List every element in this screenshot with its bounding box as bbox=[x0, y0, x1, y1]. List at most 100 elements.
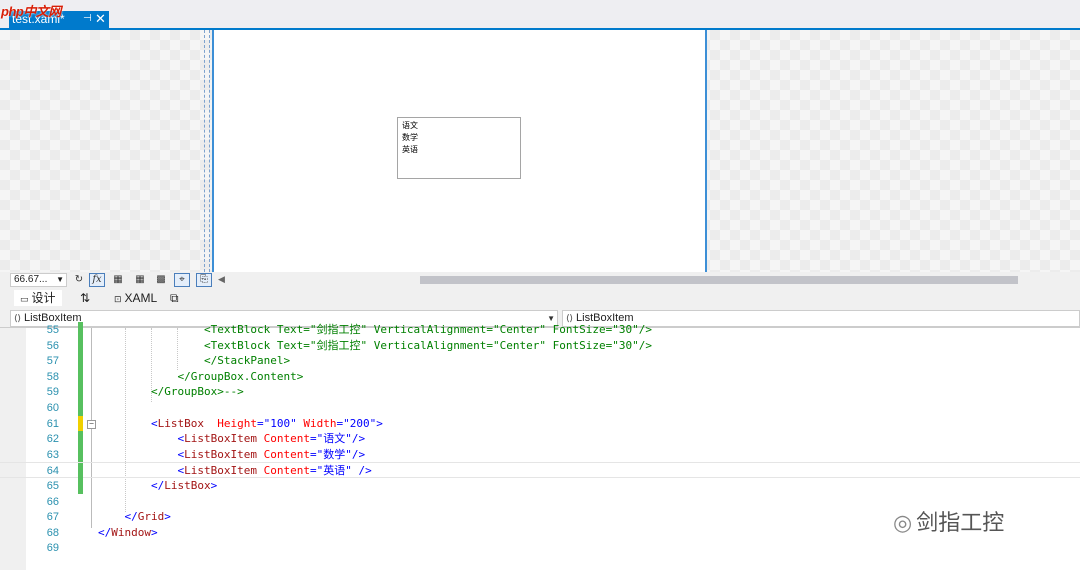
code-text: </GroupBox>--> bbox=[98, 384, 244, 400]
code-token: ListBoxItem bbox=[184, 464, 257, 478]
code-text: </StackPanel> bbox=[98, 353, 290, 369]
code-line[interactable]: 60 bbox=[0, 400, 1080, 416]
refresh-icon[interactable]: ↻ bbox=[71, 273, 87, 287]
zoom-value: 66.67... bbox=[14, 274, 48, 285]
code-text: <ListBoxItem Content="英语" /> bbox=[98, 463, 372, 479]
code-token: < bbox=[150, 416, 158, 430]
code-text: </Grid> bbox=[98, 509, 171, 525]
saved-change-marker bbox=[78, 337, 83, 354]
code-token: 200 bbox=[349, 416, 370, 430]
code-token: > bbox=[164, 510, 171, 524]
chevron-down-icon: ▼ bbox=[56, 275, 64, 284]
code-token: 数学 bbox=[323, 447, 346, 461]
popout-icon[interactable]: ⧉ bbox=[170, 290, 179, 306]
close-icon[interactable]: ✕ bbox=[95, 11, 106, 27]
code-line[interactable]: 61 − <ListBox Height="100" Width="200"> bbox=[0, 415, 1080, 432]
tab-xaml-label: XAML bbox=[124, 291, 158, 305]
code-line[interactable]: 63 <ListBoxItem Content="数学"/> bbox=[0, 446, 1080, 463]
saved-change-marker bbox=[78, 478, 83, 494]
saved-change-marker bbox=[78, 463, 83, 480]
brand-watermark: ◎ 剑指工控 bbox=[893, 505, 1004, 537]
code-token: </ bbox=[124, 510, 138, 524]
code-token: =" bbox=[309, 447, 324, 461]
code-line[interactable]: 56 <TextBlock Text="剑指工控" VerticalAlignm… bbox=[0, 337, 1080, 354]
saved-change-marker bbox=[78, 384, 83, 401]
line-number: 66 bbox=[46, 495, 59, 508]
line-number: 68 bbox=[46, 526, 59, 539]
line-number: 63 bbox=[46, 448, 59, 461]
code-token: </GroupBox.Content> bbox=[177, 369, 304, 383]
code-line[interactable]: 69 bbox=[0, 540, 1080, 556]
designer-toolbar: 66.67... ▼ ↻ fx ▦ ▦ ▩ ⌖ ⎘ ◀ bbox=[0, 272, 1080, 288]
code-token: <TextBlock Text="剑指工控" VerticalAlignment… bbox=[203, 338, 652, 352]
code-line[interactable]: 58 </GroupBox.Content> bbox=[0, 368, 1080, 385]
saved-change-marker bbox=[78, 446, 83, 463]
code-line[interactable]: 64 <ListBoxItem Content="英语" /> bbox=[0, 462, 1080, 480]
code-line[interactable]: 59 </GroupBox>--> bbox=[0, 384, 1080, 401]
artboard-background-icon[interactable]: ▩ bbox=[153, 273, 169, 287]
zoom-select[interactable]: 66.67... ▼ bbox=[10, 273, 67, 287]
line-number: 62 bbox=[46, 433, 59, 446]
snap-to-lines-icon[interactable]: ⌖ bbox=[174, 273, 190, 287]
swap-panes-icon[interactable]: ⇅ bbox=[80, 290, 90, 306]
code-token: 100 bbox=[270, 416, 291, 430]
line-number: 57 bbox=[46, 355, 59, 368]
code-token: "> bbox=[369, 416, 383, 430]
collapse-icon[interactable]: − bbox=[87, 419, 96, 429]
code-line[interactable]: 55 <TextBlock Text="剑指工控" VerticalAlignm… bbox=[0, 322, 1080, 338]
code-token: </ bbox=[98, 525, 112, 539]
designer-listbox[interactable]: 语文 数学 英语 bbox=[397, 117, 521, 179]
line-number: 61 bbox=[46, 417, 59, 430]
line-number: 64 bbox=[46, 465, 59, 478]
code-token: ListBoxItem bbox=[184, 447, 257, 461]
horizontal-scrollbar-thumb[interactable] bbox=[420, 276, 1018, 284]
scroll-left-icon[interactable]: ◀ bbox=[218, 274, 225, 285]
unsaved-change-marker bbox=[78, 415, 83, 432]
tab-design-label: 设计 bbox=[31, 291, 56, 305]
grid-snap-icon[interactable]: ▦ bbox=[132, 273, 148, 287]
designer-guide-line bbox=[209, 30, 210, 272]
grid-toggle-icon[interactable]: ▦ bbox=[110, 273, 126, 287]
line-number: 59 bbox=[46, 386, 59, 399]
listbox-item[interactable]: 语文 bbox=[402, 120, 516, 132]
device-panel-icon[interactable]: ⎘ bbox=[196, 273, 212, 287]
xaml-view-icon: ⊡ bbox=[114, 294, 122, 304]
code-line[interactable]: 57 </StackPanel> bbox=[0, 353, 1080, 370]
code-token: ListBox bbox=[157, 416, 204, 430]
code-text: <ListBox Height="100" Width="200"> bbox=[98, 416, 383, 432]
effects-toggle-button[interactable]: fx bbox=[89, 273, 105, 287]
line-number: 69 bbox=[46, 542, 59, 555]
code-token: ListBox bbox=[164, 479, 211, 492]
tab-design[interactable]: ▭ 设计 bbox=[14, 290, 62, 306]
code-token: </ bbox=[150, 479, 165, 492]
listbox-item[interactable]: 数学 bbox=[402, 132, 516, 144]
code-token: 英语 bbox=[323, 464, 346, 478]
code-text: <ListBoxItem Content="数学"/> bbox=[98, 447, 365, 463]
code-token: Content bbox=[256, 447, 310, 461]
code-token: " /> bbox=[345, 464, 372, 478]
saved-change-marker bbox=[78, 400, 83, 416]
code-line[interactable]: 62 <ListBoxItem Content="语文"/> bbox=[0, 431, 1080, 448]
saved-change-marker bbox=[78, 368, 83, 385]
line-number: 55 bbox=[46, 324, 59, 336]
line-number: 67 bbox=[46, 511, 59, 524]
listbox-item[interactable]: 英语 bbox=[402, 144, 516, 156]
line-number: 60 bbox=[46, 402, 59, 414]
wechat-icon: ◎ bbox=[893, 511, 913, 536]
code-token: <TextBlock Text="剑指工控" VerticalAlignment… bbox=[203, 323, 652, 336]
line-number: 58 bbox=[46, 370, 59, 383]
design-view-icon: ▭ bbox=[20, 294, 29, 304]
code-token: Grid bbox=[137, 510, 165, 524]
code-token: =" bbox=[256, 416, 271, 430]
pin-icon[interactable]: ⊣ bbox=[83, 13, 92, 24]
xaml-designer-surface[interactable]: 语文 数学 英语 bbox=[0, 30, 1080, 272]
saved-change-marker bbox=[78, 322, 83, 338]
code-token: "/> bbox=[345, 447, 366, 461]
code-token: =" bbox=[336, 416, 350, 430]
code-text: <ListBoxItem Content="语文"/> bbox=[98, 431, 365, 447]
code-token: Content bbox=[256, 432, 310, 446]
code-token: ListBoxItem bbox=[184, 432, 257, 446]
code-token: </StackPanel> bbox=[203, 354, 291, 368]
code-line[interactable]: 65 </ListBox> bbox=[0, 478, 1080, 494]
tab-xaml[interactable]: ⊡ XAML bbox=[114, 290, 157, 306]
